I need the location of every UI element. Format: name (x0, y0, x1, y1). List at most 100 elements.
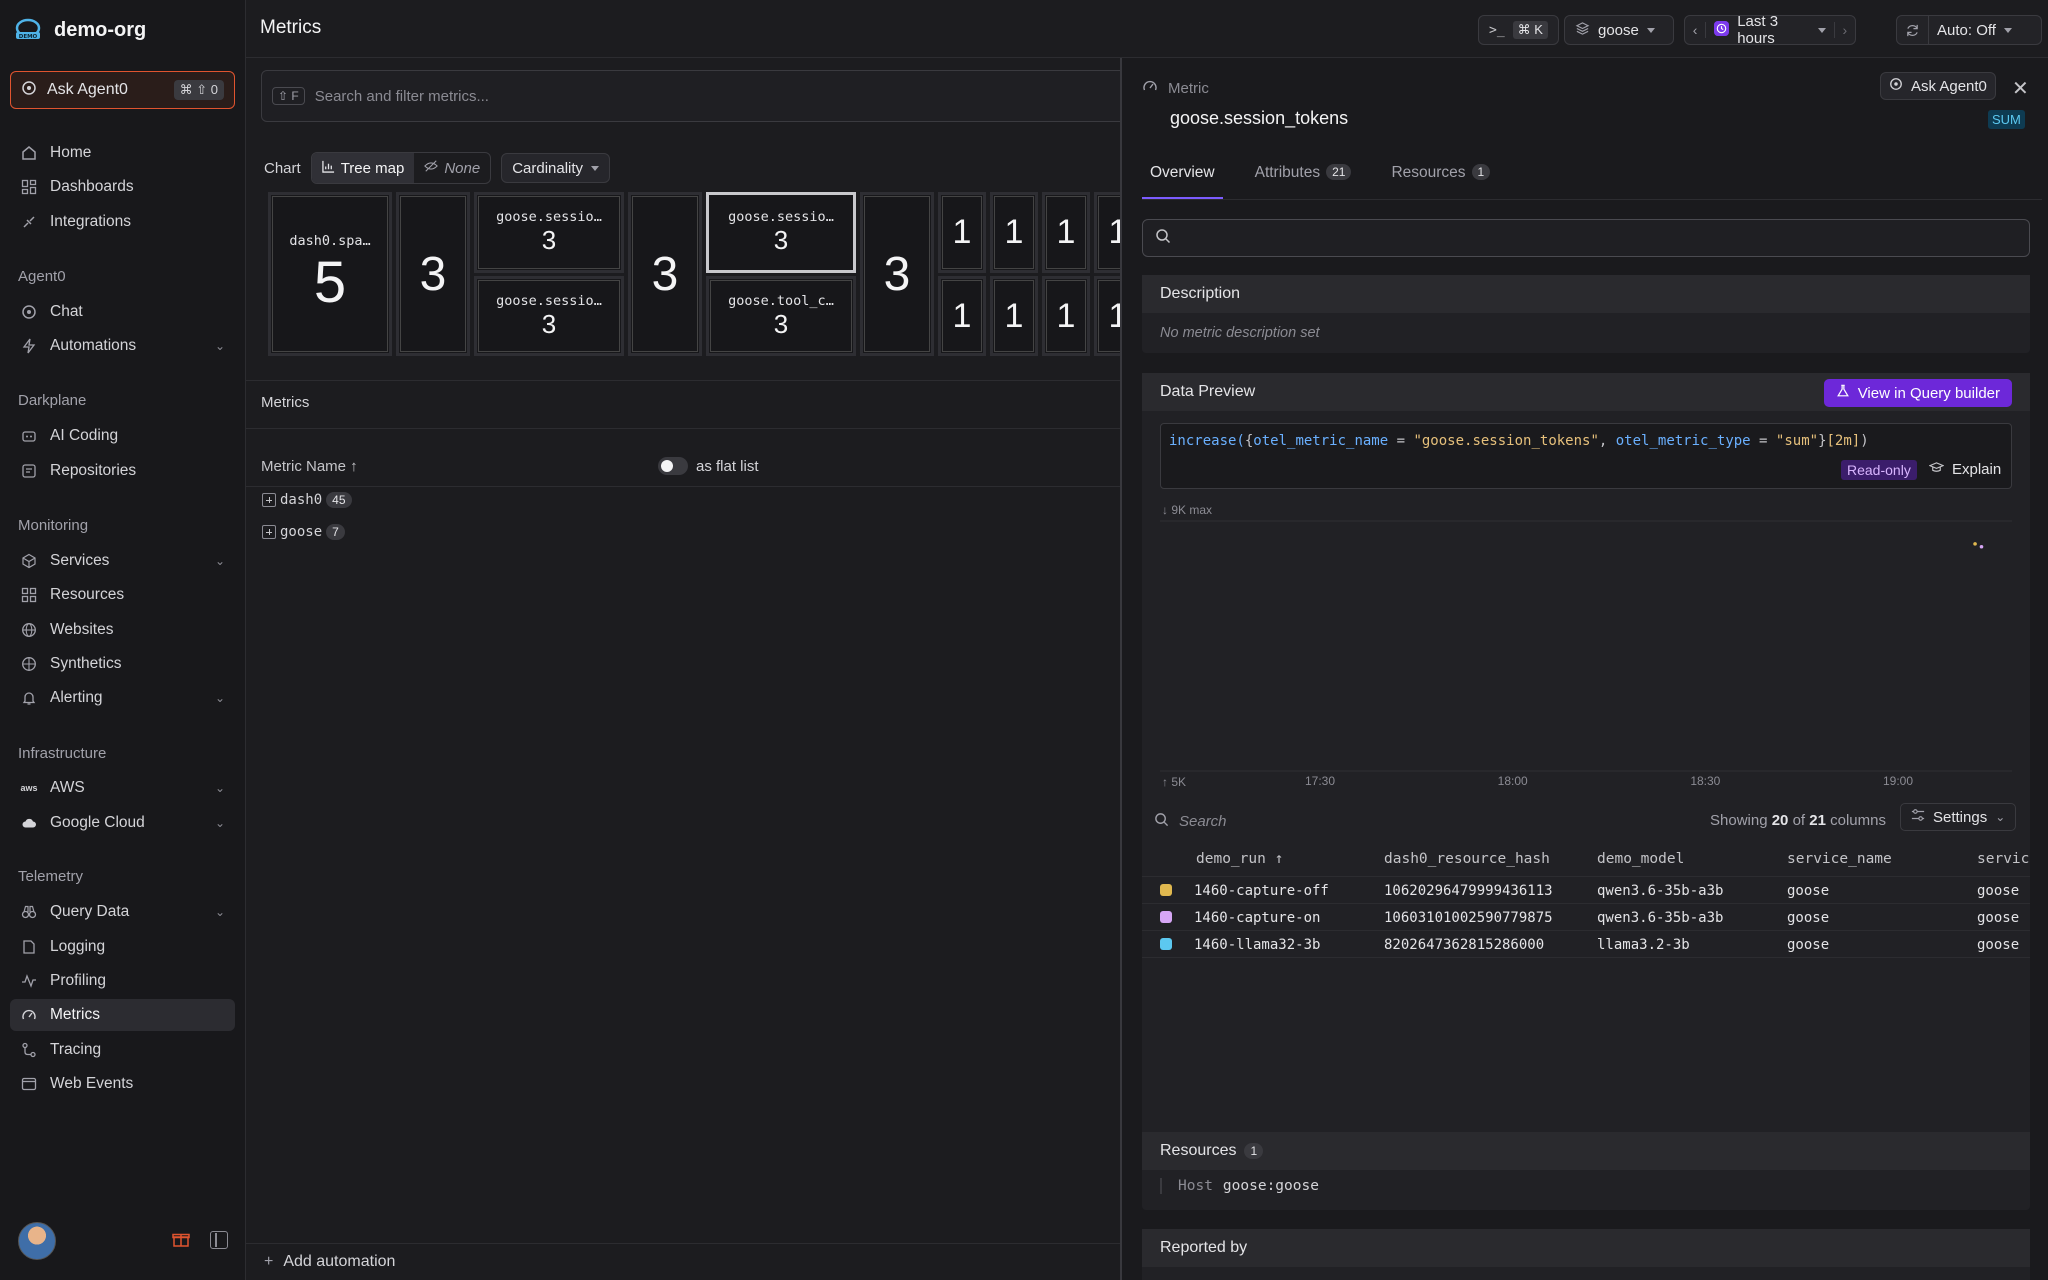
sidebar-item-dashboards[interactable]: Dashboards (10, 171, 235, 203)
sidebar-item-automations[interactable]: Automations ⌄ (10, 330, 235, 362)
sidebar-item-chat[interactable]: Chat (10, 296, 235, 328)
sidebar-item-metrics[interactable]: Metrics (10, 999, 235, 1031)
tab-resources[interactable]: Resources 1 (1383, 160, 1498, 199)
command-palette-button[interactable]: >_ ⌘ K (1478, 15, 1559, 45)
sidebar-item-logging[interactable]: Logging (10, 931, 235, 963)
chart-type-none[interactable]: None (414, 153, 490, 183)
treemap-tile[interactable]: 1 (990, 192, 1038, 273)
table-row[interactable]: 1460-capture-on 10603101002590779875 qwe… (1142, 904, 2030, 931)
time-range-picker[interactable]: ‹ Last 3 hours › (1684, 13, 1856, 47)
column-header[interactable]: service_name (1787, 851, 1892, 867)
column-header[interactable]: demo_run ↑ (1196, 851, 1283, 867)
view-in-query-builder-button[interactable]: View in Query builder (1823, 379, 2012, 407)
sidebar-item-home[interactable]: Home (10, 137, 235, 169)
query-editor[interactable]: increase({otel_metric_name = "goose.sess… (1160, 423, 2012, 489)
sidebar-item-google-cloud[interactable]: Google Cloud ⌄ (10, 807, 235, 839)
sidebar-item-ai-coding[interactable]: AI Coding (10, 420, 235, 452)
treemap-tile[interactable]: 1 (938, 192, 986, 273)
avatar[interactable] (18, 1222, 56, 1260)
treemap-tile-label: dash0.spa… (289, 232, 371, 249)
ask-agent0-button[interactable]: Ask Agent0 ⌘ ⇧ 0 (10, 71, 235, 109)
sidebar-item-tracing[interactable]: Tracing (10, 1034, 235, 1066)
sidebar-item-web-events[interactable]: Web Events (10, 1068, 235, 1100)
dash0-logo-icon: DEMO (12, 14, 44, 46)
agent-icon (20, 303, 38, 321)
series-color-swatch (1160, 884, 1172, 896)
aws-icon: aws (20, 783, 38, 793)
series-color-swatch (1160, 938, 1172, 950)
panel-kind: Metric (1142, 78, 1209, 98)
chevron-left-icon[interactable]: ‹ (1685, 22, 1707, 38)
treemap-tile-value: 3 (773, 308, 789, 339)
metrics-search-input[interactable]: ⇧ F Search and filter metrics... (261, 70, 1141, 122)
column-header[interactable]: demo_model (1597, 851, 1684, 867)
section-darkplane: Darkplane (18, 392, 87, 409)
treemap-tile-value: 1 (952, 213, 972, 251)
panel-search-input[interactable] (1142, 219, 2030, 257)
treemap-tile[interactable]: goose.sessio… 3 (706, 192, 856, 273)
table-row[interactable]: 1460-llama32-3b 8202647362815286000 llam… (1142, 931, 2030, 958)
treemap-tile[interactable]: 1 (990, 276, 1038, 356)
column-header[interactable]: dash0_resource_hash (1384, 851, 1550, 867)
dataset-selector[interactable]: goose (1564, 15, 1674, 45)
expand-icon[interactable] (262, 493, 276, 507)
treemap-tile-value: 3 (419, 247, 447, 301)
flat-list-toggle[interactable] (658, 457, 688, 475)
expand-icon[interactable] (262, 525, 276, 539)
treemap-tile[interactable]: 3 (628, 192, 702, 356)
treemap-tile[interactable]: 3 (860, 192, 934, 356)
treemap-tile[interactable]: 1 (1042, 276, 1090, 356)
sidebar-item-profiling[interactable]: Profiling (10, 965, 235, 997)
chart-type-tree-map[interactable]: Tree map (311, 153, 415, 183)
sidebar-item-label: Websites (50, 621, 114, 638)
sidebar-item-websites[interactable]: Websites (10, 614, 235, 646)
treemap-tile[interactable]: 1 (1042, 192, 1090, 273)
column-header-metric-name[interactable]: Metric Name ↑ (261, 458, 358, 475)
treemap-tile[interactable]: 3 (396, 192, 470, 356)
metric-group-count: 45 (326, 492, 352, 508)
terminal-icon: >_ (1489, 22, 1505, 38)
resources-title-label: Resources (1160, 1142, 1237, 1159)
treemap-tile[interactable]: 1 (1094, 192, 1120, 273)
sidebar-item-label: AWS (50, 779, 85, 796)
reported-by-card: Reported by (1142, 1229, 2030, 1280)
metric-group-row[interactable]: dash0 45 (262, 492, 352, 508)
sidebar-item-aws[interactable]: aws AWS ⌄ (10, 772, 235, 804)
close-icon[interactable]: ✕ (2012, 76, 2029, 101)
gift-icon[interactable] (172, 1230, 192, 1250)
sidebar-item-query-data[interactable]: Query Data ⌄ (10, 896, 235, 928)
org-switcher[interactable]: DEMO demo-org (12, 14, 146, 46)
table-search-input[interactable]: Search (1142, 801, 2030, 841)
chevron-down-icon: ⌄ (1995, 810, 2006, 824)
treemap-tile[interactable]: goose.sessio… 3 (474, 276, 624, 356)
treemap-tile[interactable]: goose.tool_c… 3 (706, 276, 856, 356)
table-settings-button[interactable]: Settings ⌄ (1900, 803, 2017, 831)
sidebar-item-repositories[interactable]: Repositories (10, 455, 235, 487)
collapse-sidebar-icon[interactable] (210, 1231, 228, 1249)
command-shortcut: ⌘ K (1512, 21, 1548, 39)
refresh-icon[interactable] (1897, 16, 1929, 44)
treemap-tile[interactable]: dash0.spa… 5 (268, 192, 392, 356)
sidebar-item-integrations[interactable]: Integrations (10, 206, 235, 238)
column-header[interactable]: servic (1977, 851, 2029, 867)
treemap-tile[interactable]: 1 (1094, 276, 1120, 356)
treemap-tile[interactable]: goose.sessio… 3 (474, 192, 624, 273)
group-by-select[interactable]: Cardinality (501, 153, 611, 183)
sidebar-item-alerting[interactable]: Alerting ⌄ (10, 682, 235, 714)
sidebar-item-synthetics[interactable]: Synthetics (10, 648, 235, 680)
tab-attributes[interactable]: Attributes 21 (1247, 160, 1360, 199)
metric-group-row[interactable]: goose 7 (262, 524, 345, 540)
table-row[interactable]: 1460-capture-off 10620296479999436113 qw… (1142, 877, 2030, 904)
sidebar-item-services[interactable]: Services ⌄ (10, 545, 235, 577)
add-automation-button[interactable]: + Add automation (246, 1243, 1120, 1280)
sidebar-item-resources[interactable]: Resources (10, 579, 235, 611)
x-tick-label: 17:30 (1305, 774, 1335, 788)
treemap-tile[interactable]: 1 (938, 276, 986, 356)
lightning-icon (20, 337, 38, 355)
ask-agent0-button[interactable]: Ask Agent0 (1880, 72, 1996, 100)
tab-label: Overview (1150, 164, 1215, 181)
chevron-right-icon[interactable]: › (1833, 22, 1855, 38)
explain-button[interactable]: Explain (1928, 460, 2001, 479)
auto-refresh-control[interactable]: Auto: Off (1896, 15, 2042, 45)
tab-overview[interactable]: Overview (1142, 160, 1223, 199)
